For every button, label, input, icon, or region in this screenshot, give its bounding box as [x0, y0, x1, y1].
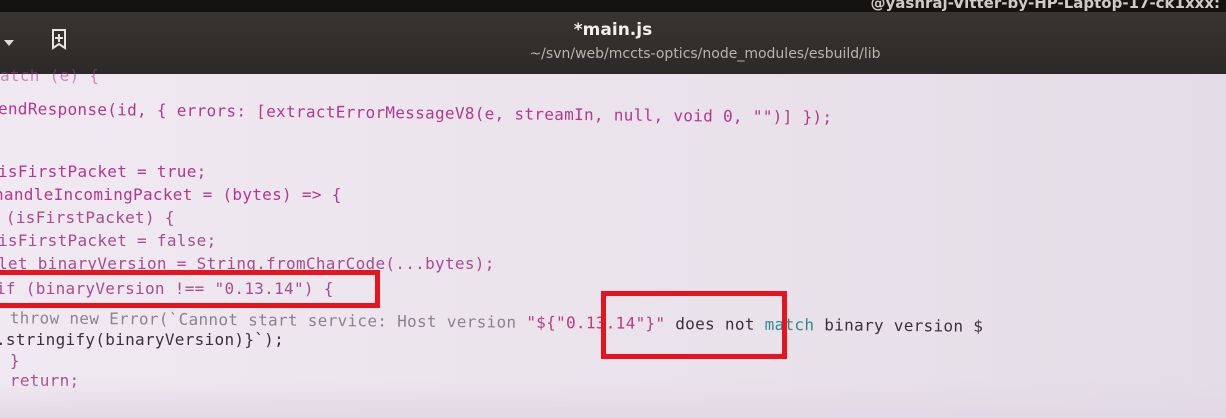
- highlight-box-version-check: [0, 270, 380, 308]
- code-line-11: }: [0, 351, 20, 370]
- code-line-9-end: binary version $: [814, 315, 984, 336]
- window-title: *main.js: [573, 20, 653, 40]
- system-top-bar: @yashraj-Vitter-by-HP-Laptop-17-ck1xxx:: [0, 0, 1226, 12]
- highlight-box-host-version: [601, 291, 787, 359]
- file-path: ~/svn/web/mccts-optics/node_modules/esbu…: [529, 46, 881, 62]
- bookmark-add-icon[interactable]: [46, 28, 72, 54]
- code-line-3: isFirstPacket = true;: [0, 162, 207, 181]
- code-editor[interactable]: atch (e) { endResponse(id, { errors: [ex…: [0, 66, 1226, 418]
- code-line-5: (isFirstPacket) {: [0, 208, 175, 227]
- code-line-2: endResponse(id, { errors: [extractErrorM…: [0, 99, 833, 127]
- code-line-10: .stringify(binaryVersion)}`);: [0, 330, 285, 349]
- bookmark-add-svg: [52, 29, 66, 50]
- code-line-4: handleIncomingPacket = (bytes) => {: [0, 185, 342, 204]
- code-line-9-start: throw new Error(`Cannot start service: H…: [0, 308, 527, 332]
- system-user-host-text: @yashraj-Vitter-by-HP-Laptop-17-ck1xxx:: [870, 0, 1220, 12]
- code-line-1: atch (e) {: [0, 66, 100, 85]
- code-line-6: isFirstPacket = false;: [0, 231, 217, 250]
- screen-glare: [0, 380, 1226, 418]
- chevron-down-icon[interactable]: [4, 40, 14, 46]
- window-titlebar: @yashraj-Vitter-by-HP-Laptop-17-ck1xxx: …: [0, 0, 1226, 74]
